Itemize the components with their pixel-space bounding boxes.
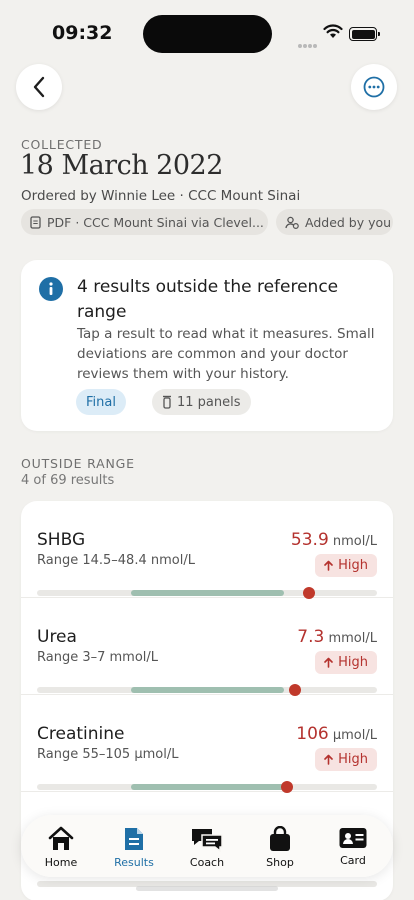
arrow-up-icon — [324, 754, 333, 765]
result-value: 106 µmol/L — [296, 724, 377, 744]
result-name: Creatinine — [37, 724, 125, 744]
result-row-urea[interactable]: Urea Range 3–7 mmol/L 7.3 mmol/L High — [21, 598, 393, 696]
chevron-left-icon — [33, 76, 45, 98]
result-unit: mmol/L — [328, 631, 377, 646]
panels-badge[interactable]: 11 panels — [152, 389, 251, 415]
status-badge: Final — [76, 389, 126, 415]
test-tube-icon — [163, 395, 171, 409]
document-icon — [30, 215, 41, 229]
range-bar — [37, 587, 377, 599]
result-value: 7.3 mmol/L — [297, 627, 377, 647]
tab-shop[interactable]: Shop — [244, 815, 316, 877]
tab-bar: Home Results Coach Shop Card — [21, 815, 393, 877]
user-sync-icon — [285, 216, 299, 229]
tab-card[interactable]: Card — [317, 815, 389, 877]
battery-icon — [349, 27, 380, 41]
result-value-number: 7.3 — [297, 627, 325, 647]
info-icon — [39, 277, 63, 301]
result-range: Range 14.5–48.4 nmol/L — [37, 553, 195, 568]
chat-bubbles-icon — [192, 829, 223, 852]
added-by-label: Added by you — [305, 214, 392, 230]
cellular-signal-icon — [298, 33, 318, 52]
section-label: OUTSIDE RANGE — [21, 456, 135, 471]
flag-label: High — [338, 752, 368, 767]
result-name: SHBG — [37, 530, 86, 550]
ordered-by: Ordered by Winnie Lee · CCC Mount Sinai — [21, 188, 301, 204]
id-card-icon — [339, 828, 367, 848]
status-time: 09:32 — [52, 22, 113, 44]
reference-range-segment — [130, 784, 284, 790]
result-value-number: 53.9 — [290, 530, 329, 550]
summary-card[interactable]: 4 results outside the reference range Ta… — [21, 260, 393, 431]
result-name: Urea — [37, 627, 77, 647]
high-flag-badge: High — [315, 651, 377, 674]
result-row-shbg[interactable]: SHBG Range 14.5–48.4 nmol/L 53.9 nmol/L … — [21, 501, 393, 599]
high-flag-badge: High — [315, 554, 377, 577]
reference-range-segment — [130, 687, 284, 693]
range-bar — [37, 781, 377, 793]
source-pdf-label: PDF · CCC Mount Sinai via Clevel... — [47, 214, 264, 230]
more-horizontal-icon — [363, 76, 385, 98]
result-range: Range 3–7 mmol/L — [37, 650, 159, 665]
more-options-button[interactable] — [351, 64, 397, 110]
panels-label: 11 panels — [177, 394, 241, 410]
section-count: 4 of 69 results — [21, 473, 115, 488]
wifi-icon — [323, 24, 343, 38]
collection-date: 18 March 2022 — [20, 150, 223, 181]
source-pdf-chip[interactable]: PDF · CCC Mount Sinai via Clevel... — [21, 209, 268, 235]
home-icon — [48, 826, 74, 850]
tab-label: Shop — [266, 856, 294, 869]
result-row-creatinine[interactable]: Creatinine Range 55–105 µmol/L 106 µmol/… — [21, 695, 393, 793]
added-by-chip[interactable]: Added by you — [276, 209, 393, 235]
tab-label: Card — [340, 854, 366, 867]
flag-label: High — [338, 558, 368, 573]
document-icon — [125, 828, 143, 850]
summary-title: 4 results outside the reference range — [77, 277, 339, 322]
reference-range-segment — [130, 590, 284, 596]
tab-home[interactable]: Home — [25, 815, 97, 877]
tab-results[interactable]: Results — [92, 815, 176, 877]
tab-coach[interactable]: Coach — [171, 815, 243, 877]
dynamic-island — [143, 15, 272, 53]
status-bar: 09:32 — [0, 0, 414, 60]
flag-label: High — [338, 655, 368, 670]
home-indicator — [136, 886, 278, 891]
result-value: 53.9 nmol/L — [291, 530, 377, 550]
arrow-up-icon — [324, 657, 333, 668]
range-bar — [37, 684, 377, 696]
tab-label: Results — [114, 856, 154, 869]
tab-label: Coach — [189, 856, 225, 869]
high-flag-badge: High — [315, 748, 377, 771]
arrow-up-icon — [324, 560, 333, 571]
result-unit: nmol/L — [332, 534, 377, 549]
tab-label: Home — [44, 856, 78, 869]
result-value-number: 106 — [296, 724, 329, 744]
shopping-bag-icon — [270, 826, 290, 851]
summary-body: Tap a result to read what it measures. S… — [77, 326, 375, 382]
result-unit: µmol/L — [332, 728, 377, 743]
back-button[interactable] — [16, 64, 62, 110]
result-range: Range 55–105 µmol/L — [37, 747, 179, 762]
